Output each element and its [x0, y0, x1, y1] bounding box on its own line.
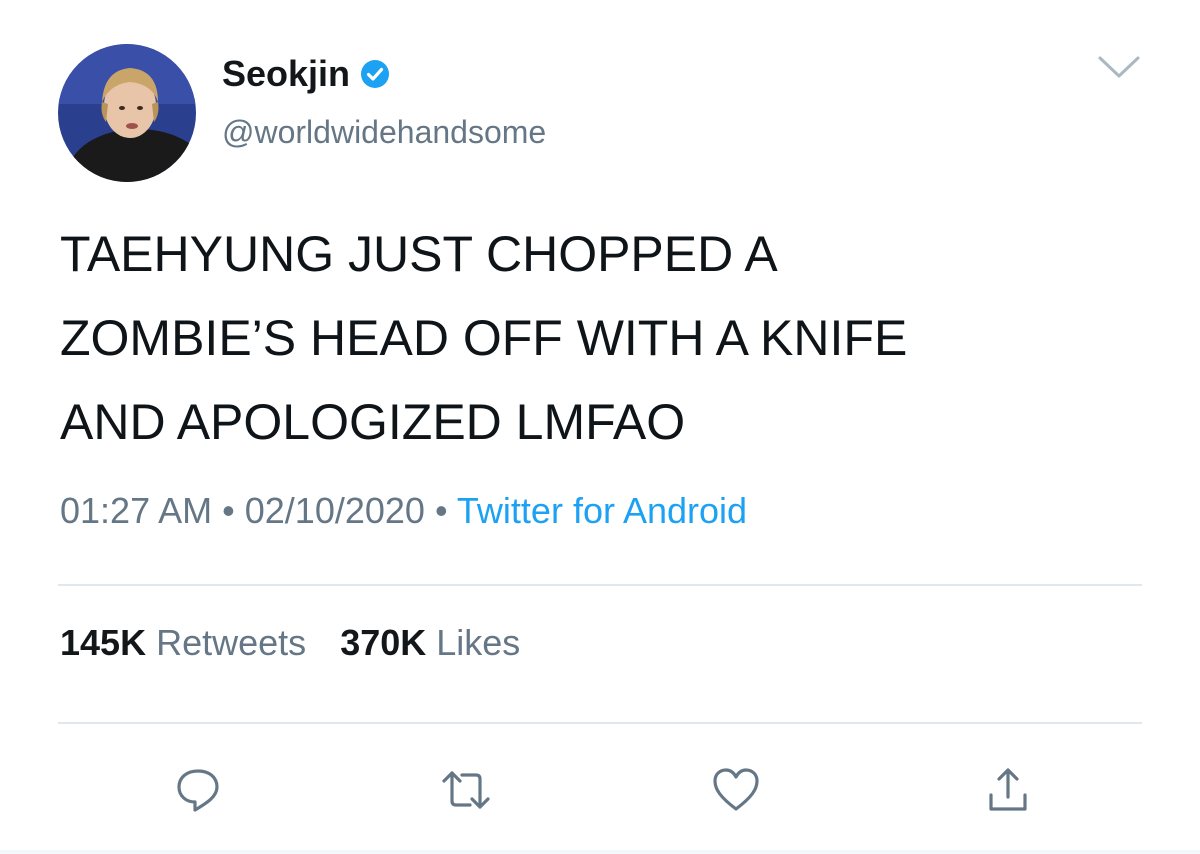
- verified-badge-icon: [360, 59, 390, 89]
- avatar[interactable]: [58, 44, 196, 182]
- like-button[interactable]: [706, 760, 766, 820]
- tweet-time[interactable]: 01:27 AM: [60, 490, 212, 531]
- retweets-stat[interactable]: 145K Retweets: [60, 622, 316, 663]
- author-name-row[interactable]: Seokjin: [222, 52, 390, 96]
- chevron-down-icon[interactable]: [1096, 52, 1142, 82]
- share-button[interactable]: [978, 760, 1038, 820]
- retweet-icon: [442, 771, 490, 809]
- tweet-text-line: AND APOLOGIZED LMFAO: [60, 394, 686, 450]
- retweets-label: Retweets: [156, 622, 307, 663]
- tweet-stats: 145K Retweets 370K Likes: [60, 622, 520, 664]
- likes-stat[interactable]: 370K Likes: [340, 622, 520, 663]
- tweet-meta: 01:27 AM • 02/10/2020 • Twitter for Andr…: [60, 490, 747, 532]
- reply-icon: [177, 769, 219, 812]
- share-icon: [989, 768, 1027, 811]
- tweet-source-link[interactable]: Twitter for Android: [457, 490, 747, 531]
- divider: [58, 584, 1142, 586]
- tweet-text-line: ZOMBIE’S HEAD OFF WITH A KNIFE: [60, 310, 908, 366]
- likes-count: 370K: [340, 622, 427, 663]
- retweet-button[interactable]: [436, 760, 496, 820]
- likes-label: Likes: [436, 622, 521, 663]
- avatar-image: [58, 44, 196, 182]
- tweet-text: TAEHYUNG JUST CHOPPED A ZOMBIE’S HEAD OF…: [60, 212, 1160, 464]
- meta-separator: •: [434, 490, 448, 531]
- like-icon: [713, 768, 759, 811]
- author-display-name[interactable]: Seokjin: [222, 53, 350, 95]
- retweets-count: 145K: [60, 622, 147, 663]
- divider: [58, 722, 1142, 724]
- tweet-text-line: TAEHYUNG JUST CHOPPED A: [60, 226, 778, 282]
- bottom-border: [0, 850, 1200, 854]
- reply-button[interactable]: [168, 760, 228, 820]
- author-handle[interactable]: @worldwidehandsome: [222, 114, 546, 151]
- meta-separator: •: [222, 490, 235, 531]
- tweet-date[interactable]: 02/10/2020: [245, 490, 425, 531]
- tweet-action-bar: [0, 760, 1200, 820]
